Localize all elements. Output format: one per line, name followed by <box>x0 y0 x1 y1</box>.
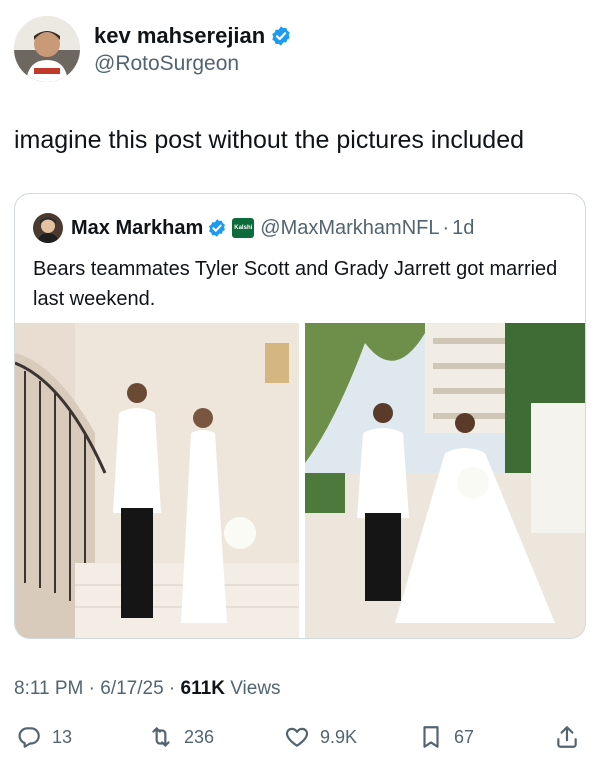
tweet-text: imagine this post without the pictures i… <box>14 126 525 154</box>
bookmark-count: 67 <box>454 726 475 747</box>
like-count: 9.9K <box>320 726 358 747</box>
heart-icon <box>285 727 309 747</box>
reply-button[interactable]: 13 <box>16 724 72 750</box>
quoted-author-name[interactable]: Max Markham <box>71 217 203 240</box>
author-handle[interactable]: @RotoSurgeon <box>94 52 292 76</box>
quoted-avatar-image <box>33 213 63 243</box>
share-button[interactable] <box>554 724 580 750</box>
bookmark-button[interactable]: 67 <box>418 724 474 750</box>
tweet-actions-bar: 13 236 9.9K 67 <box>0 724 600 760</box>
meta-separator: · <box>163 678 181 699</box>
photo-stairs-image <box>15 323 299 638</box>
views-label: Views <box>224 678 281 699</box>
wedding-photo-courtyard[interactable] <box>305 323 585 638</box>
repost-count: 236 <box>184 726 215 747</box>
reply-count: 13 <box>52 726 73 747</box>
quoted-timestamp[interactable]: 1d <box>452 217 474 240</box>
verified-badge-icon <box>272 25 290 46</box>
quoted-author-avatar[interactable] <box>33 213 63 243</box>
tweet-time[interactable]: 8:11 PM <box>14 678 83 699</box>
tweet-header: kev mahserejian @RotoSurgeon <box>14 16 292 82</box>
wedding-photo-stairs[interactable] <box>15 323 299 638</box>
quoted-author-handle[interactable]: @MaxMarkhamNFL <box>260 217 439 240</box>
meta-separator: · <box>83 678 101 699</box>
views-count: 611K <box>180 678 225 699</box>
author-avatar[interactable] <box>14 16 80 82</box>
affiliate-badge-icon[interactable]: Kalshi <box>232 218 255 238</box>
author-display-name[interactable]: kev mahserejian <box>94 23 265 49</box>
quoted-separator: · <box>442 216 450 239</box>
share-icon <box>557 726 577 748</box>
reply-icon <box>18 727 40 748</box>
photo-courtyard-image <box>305 323 585 638</box>
tweet-metadata: 8:11 PM · 6/17/25 · 611K Views <box>14 678 281 700</box>
tweet-date[interactable]: 6/17/25 <box>100 678 163 699</box>
quoted-tweet-card[interactable]: Max Markham Kalshi @MaxMarkhamNFL · 1d B… <box>14 193 586 639</box>
avatar-image <box>14 16 80 82</box>
like-button[interactable]: 9.9K <box>284 724 357 750</box>
repost-icon <box>152 727 170 747</box>
quoted-tweet-text: Bears teammates Tyler Scott and Grady Ja… <box>33 258 558 310</box>
bookmark-icon <box>423 726 439 748</box>
repost-button[interactable]: 236 <box>148 724 214 750</box>
quoted-verified-badge-icon <box>209 219 226 237</box>
